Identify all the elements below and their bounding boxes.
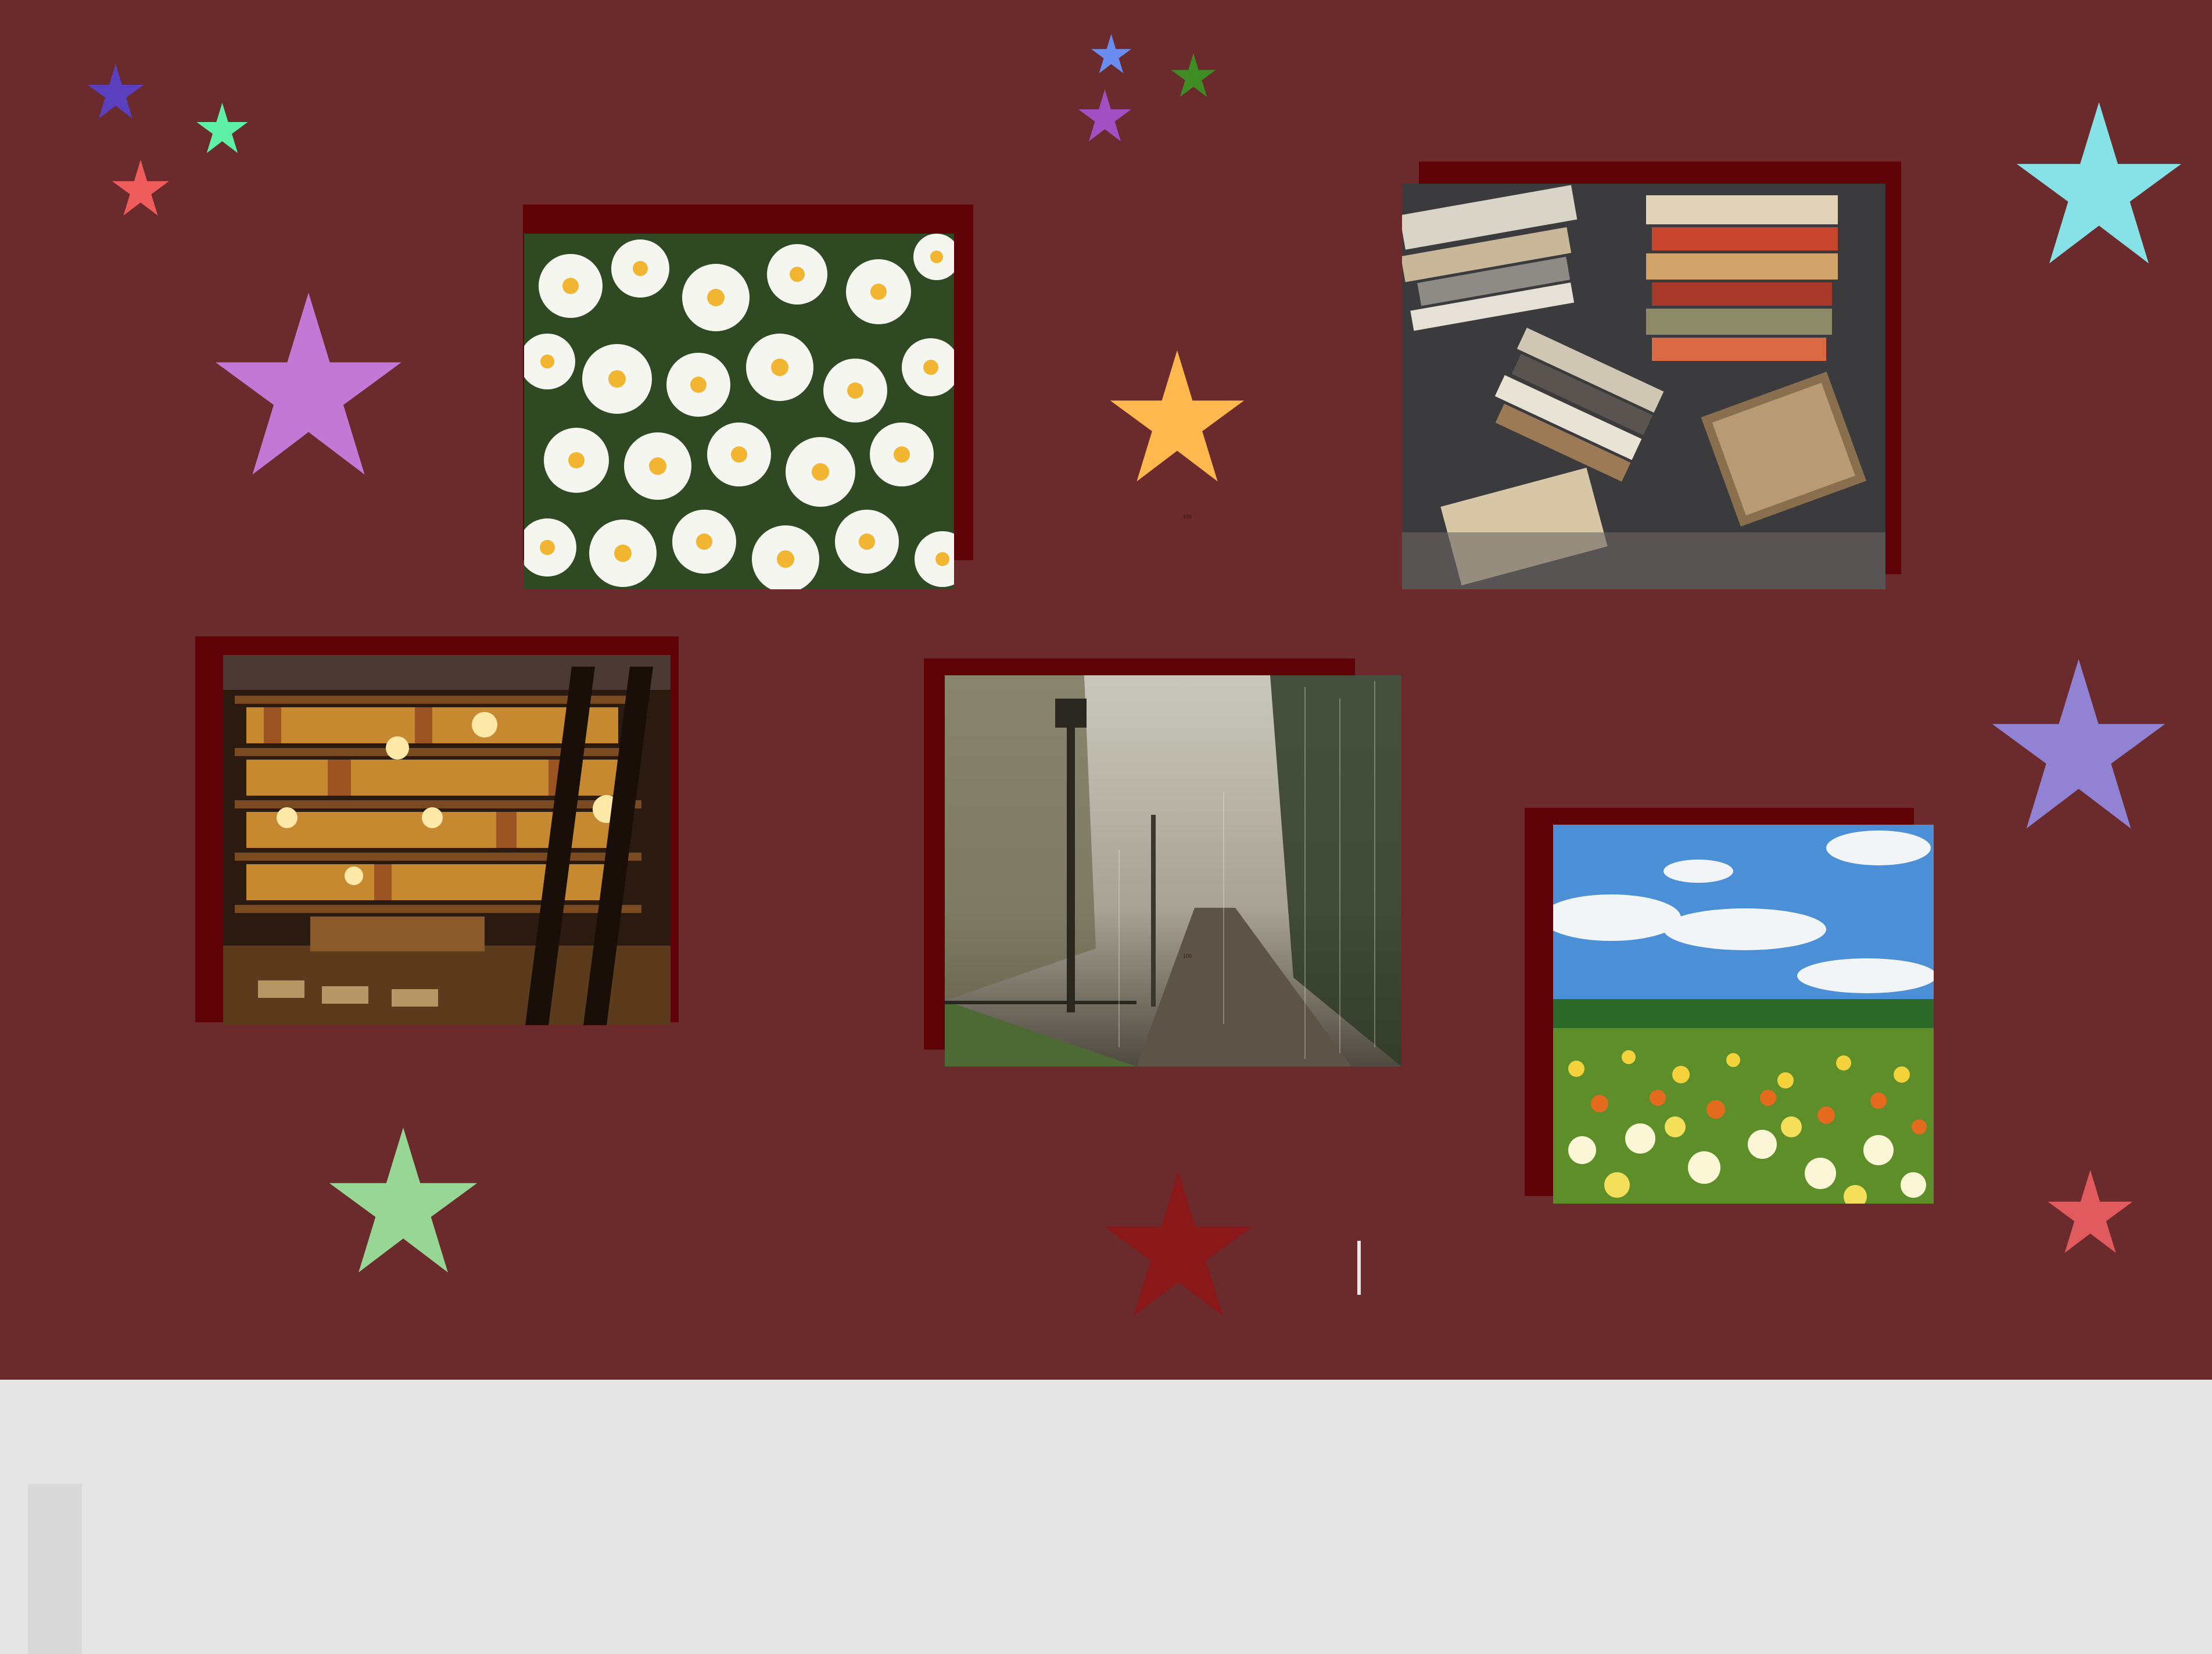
small-marker-b: 100 — [1183, 953, 1192, 959]
star-purple-tiny-icon[interactable] — [1075, 88, 1135, 144]
star-mint-small-icon[interactable] — [189, 102, 256, 155]
star-green-tiny-icon[interactable] — [1168, 52, 1219, 99]
star-indigo-small-icon[interactable] — [84, 63, 147, 121]
star-amber-medium-icon[interactable] — [1097, 348, 1257, 487]
small-marker-a: 100 — [1183, 514, 1192, 520]
poppy-field-photo[interactable] — [1553, 825, 1934, 1204]
star-rose-small-icon[interactable] — [2039, 1168, 2141, 1256]
library-photo[interactable] — [223, 655, 671, 1025]
panel-scroll-strip[interactable] — [28, 1484, 82, 1654]
star-crimson-large-icon[interactable] — [1065, 1168, 1292, 1322]
star-orchid-large-icon[interactable] — [189, 289, 428, 482]
text-cursor — [1357, 1241, 1361, 1295]
book-stacks-photo[interactable] — [1402, 184, 1885, 589]
slide-canvas[interactable]: 100 100 — [0, 0, 2212, 1380]
rainy-path-photo[interactable] — [945, 675, 1401, 1066]
star-blue-tiny-icon[interactable] — [1084, 33, 1139, 75]
daisies-photo[interactable] — [524, 234, 954, 589]
star-sage-medium-icon[interactable] — [313, 1125, 494, 1279]
star-coral-small-icon[interactable] — [103, 159, 178, 218]
star-cyan-large-icon[interactable] — [2005, 99, 2193, 270]
notes-panel[interactable] — [0, 1380, 2212, 1654]
star-lavender-large-icon[interactable] — [1981, 656, 2176, 836]
